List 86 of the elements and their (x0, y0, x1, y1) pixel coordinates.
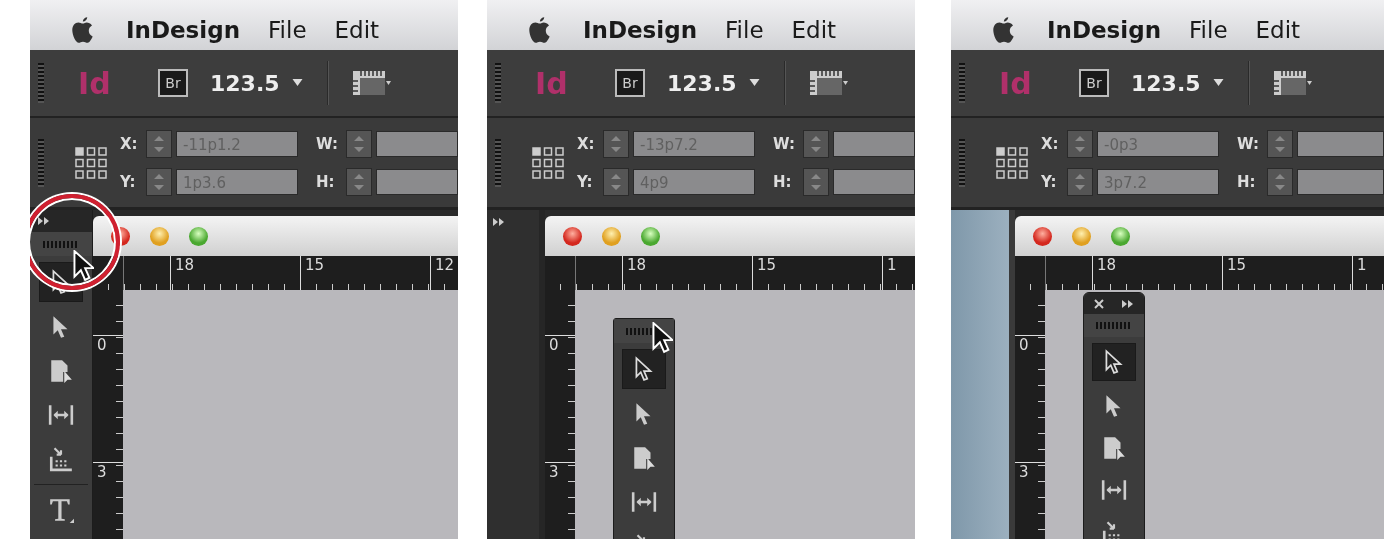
field-label: H: (316, 172, 336, 191)
expand-icon[interactable] (1122, 299, 1134, 308)
expand-icon[interactable] (493, 218, 505, 226)
stepper-icon[interactable] (803, 167, 829, 196)
close-icon[interactable] (1094, 298, 1104, 309)
apple-logo-icon[interactable] (991, 15, 1017, 45)
close-button[interactable] (1033, 226, 1052, 246)
height-field[interactable] (376, 168, 458, 195)
stepper-icon[interactable] (603, 129, 629, 158)
page-icon (1101, 435, 1127, 461)
zoom-button[interactable] (1111, 226, 1130, 246)
apple-logo-icon[interactable] (70, 15, 96, 45)
zoom-dropdown[interactable]: 123.5 (1131, 70, 1234, 96)
grip-handle[interactable] (38, 63, 44, 103)
stepper-icon[interactable] (346, 129, 372, 158)
tool-button[interactable] (622, 349, 666, 389)
stepper-icon[interactable] (1267, 129, 1293, 158)
stepper-icon[interactable] (346, 167, 372, 196)
field-label: H: (1237, 172, 1257, 191)
grip-handle[interactable] (959, 63, 965, 103)
menu-item[interactable]: Edit (320, 17, 394, 43)
reference-point-icon[interactable] (995, 145, 1029, 180)
menu-item[interactable]: InDesign (112, 17, 255, 43)
content-collector-icon (48, 446, 74, 472)
app-logo: Id (78, 65, 112, 101)
height-field[interactable] (1297, 168, 1384, 195)
field-label: W: (316, 134, 340, 153)
view-options-icon[interactable] (350, 69, 391, 97)
page-icon (48, 358, 74, 384)
stepper-icon[interactable] (1067, 167, 1093, 196)
menu-item[interactable]: File (254, 17, 321, 43)
zoom-dropdown[interactable]: 123.5 (210, 70, 313, 96)
type-tool-icon (48, 497, 74, 523)
apple-logo-icon[interactable] (527, 15, 553, 45)
close-button[interactable] (563, 226, 582, 246)
page-icon (631, 445, 657, 471)
caret-icon (1212, 79, 1224, 87)
bridge-button[interactable]: Br (1079, 69, 1109, 97)
field-label: H: (773, 172, 793, 191)
expand-icon[interactable] (38, 217, 50, 225)
reference-point-icon[interactable] (531, 145, 565, 180)
view-options-icon[interactable] (807, 69, 848, 97)
zoom-button[interactable] (641, 226, 660, 246)
field-label: X: (120, 134, 139, 153)
width-field[interactable] (833, 130, 915, 157)
zoom-dropdown[interactable]: 123.5 (667, 70, 770, 96)
grip-handle[interactable] (38, 138, 44, 187)
menu-item[interactable]: InDesign (1033, 17, 1176, 43)
stepper-icon[interactable] (146, 129, 172, 158)
height-field[interactable] (833, 168, 915, 195)
field-label: W: (773, 134, 797, 153)
field-label: Y: (1041, 172, 1058, 191)
grip-handle[interactable] (43, 240, 79, 248)
gap-icon (48, 402, 74, 428)
grip-handle[interactable] (495, 138, 501, 187)
bridge-button[interactable]: Br (615, 69, 645, 97)
stepper-icon[interactable] (146, 167, 172, 196)
grip-handle[interactable] (1096, 322, 1132, 330)
menu-item[interactable]: File (1175, 17, 1242, 43)
zoom-button[interactable] (189, 226, 208, 246)
grip-handle[interactable] (959, 138, 965, 187)
stepper-icon[interactable] (803, 129, 829, 158)
app-logo: Id (535, 65, 569, 101)
grip-handle[interactable] (495, 63, 501, 103)
field-label: Y: (120, 172, 137, 191)
field-label: W: (1237, 134, 1261, 153)
reference-point-icon[interactable] (74, 145, 108, 180)
stepper-icon[interactable] (603, 167, 629, 196)
menu-item[interactable]: File (711, 17, 778, 43)
width-field[interactable] (1297, 130, 1384, 157)
app-logo: Id (999, 65, 1033, 101)
gap-icon (631, 489, 657, 515)
width-field[interactable] (376, 130, 458, 157)
field-label: Y: (577, 172, 594, 191)
stepper-icon[interactable] (1067, 129, 1093, 158)
menu-item[interactable]: InDesign (569, 17, 712, 43)
view-options-icon[interactable] (1271, 69, 1312, 97)
field-label: X: (1041, 134, 1060, 153)
field-label: X: (577, 134, 596, 153)
caret-icon (291, 79, 303, 87)
menu-item[interactable]: Edit (777, 17, 851, 43)
bridge-button[interactable]: Br (158, 69, 188, 97)
menu-item[interactable]: Edit (1241, 17, 1315, 43)
stepper-icon[interactable] (1267, 167, 1293, 196)
caret-icon (748, 79, 760, 87)
tool-button[interactable] (1092, 343, 1136, 382)
